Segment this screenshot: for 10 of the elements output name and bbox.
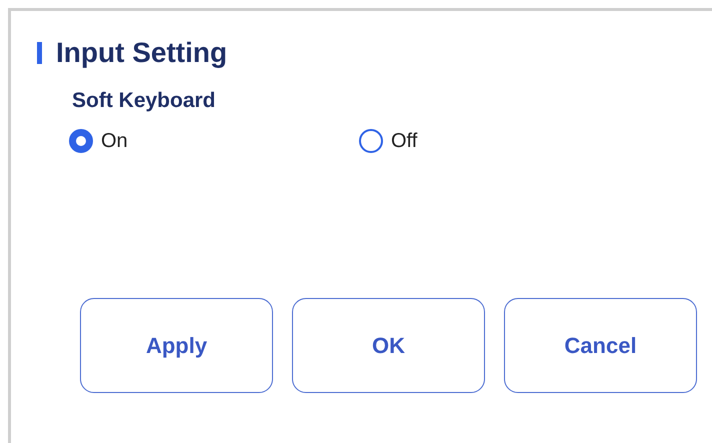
dialog-button[interactable]: Cancel bbox=[504, 298, 697, 393]
radio-option[interactable]: Off bbox=[359, 129, 649, 153]
title-accent-bar bbox=[37, 42, 42, 64]
dialog-button[interactable]: OK bbox=[292, 298, 485, 393]
radio-icon[interactable] bbox=[69, 129, 93, 153]
dialog-button[interactable]: Apply bbox=[80, 298, 273, 393]
radio-icon[interactable] bbox=[359, 129, 383, 153]
panel-title: Input Setting bbox=[56, 37, 228, 69]
section-label: Soft Keyboard bbox=[72, 89, 217, 113]
radio-option[interactable]: On bbox=[69, 129, 359, 153]
